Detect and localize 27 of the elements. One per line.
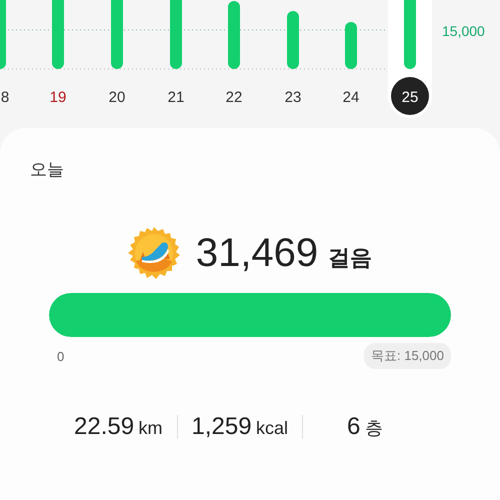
goal-line-label: 15,000 [442, 23, 485, 39]
day-label[interactable]: 21 [168, 89, 184, 106]
step-count: 31,469 [196, 230, 318, 276]
shoe-badge-icon [128, 227, 180, 279]
stat-value: 1,259 kcal [190, 413, 290, 441]
step-bar[interactable] [170, 0, 182, 69]
step-bar[interactable] [111, 0, 123, 69]
day-label[interactable]: 23 [284, 89, 302, 106]
step-bar[interactable] [404, 0, 416, 69]
day-label[interactable]: 24 [342, 89, 360, 106]
step-bar[interactable] [345, 22, 357, 69]
step-bar[interactable] [0, 0, 6, 69]
step-bar[interactable] [52, 0, 64, 69]
selected-day-circle [391, 77, 429, 115]
step-bar[interactable] [287, 11, 299, 69]
goal-badge: 목표: 15,000 [364, 343, 451, 369]
step-unit: 걸음 [328, 244, 372, 272]
day-label[interactable]: 22 [226, 89, 242, 106]
day-label[interactable]: 25 [402, 89, 418, 106]
stat-value: 22.59 km [74, 413, 164, 441]
day-label[interactable]: 8 [0, 89, 10, 106]
section-title: 오늘 [30, 159, 64, 181]
day-label[interactable]: 19 [50, 89, 66, 106]
stat-value: 6 층 [346, 413, 384, 441]
step-bar[interactable] [228, 1, 240, 69]
day-label[interactable]: 20 [108, 89, 126, 106]
scale-min-label: 0 [57, 348, 64, 364]
